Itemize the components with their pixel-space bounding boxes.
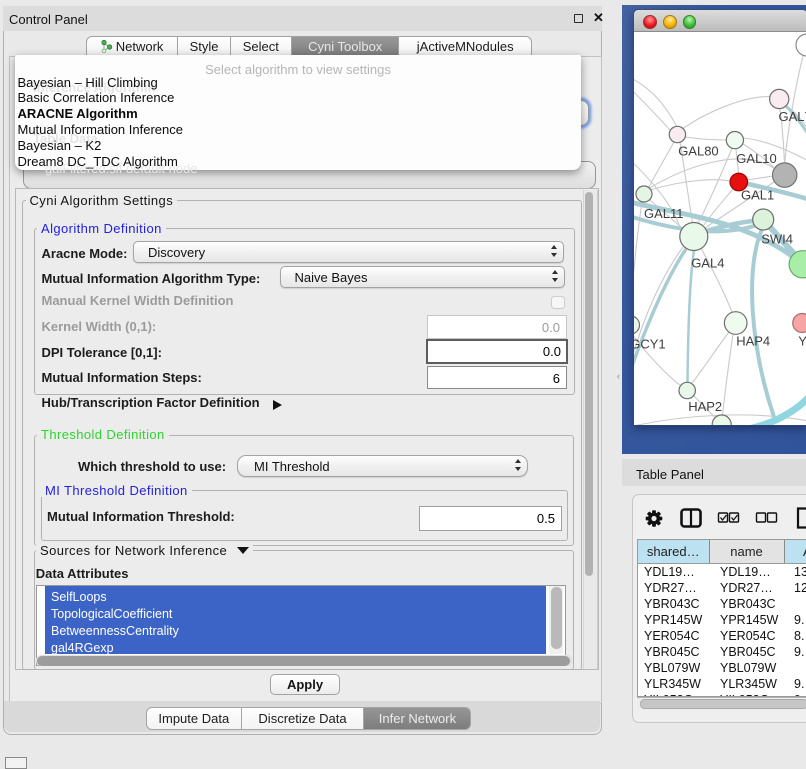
- svg-text:GAL11: GAL11: [644, 206, 684, 221]
- svg-text:GAL10: GAL10: [736, 151, 776, 166]
- svg-text:GAL4: GAL4: [691, 256, 724, 271]
- svg-text:HAP4: HAP4: [736, 334, 770, 349]
- svg-text:YJL: YJL: [798, 334, 806, 349]
- svg-text:GAL80: GAL80: [678, 144, 718, 159]
- svg-text:GAL1: GAL1: [741, 188, 774, 203]
- svg-text:HAP2: HAP2: [688, 399, 722, 414]
- svg-text:SWI4: SWI4: [761, 232, 793, 247]
- svg-text:GCY1: GCY1: [634, 337, 666, 352]
- svg-text:GAL7: GAL7: [778, 109, 806, 124]
